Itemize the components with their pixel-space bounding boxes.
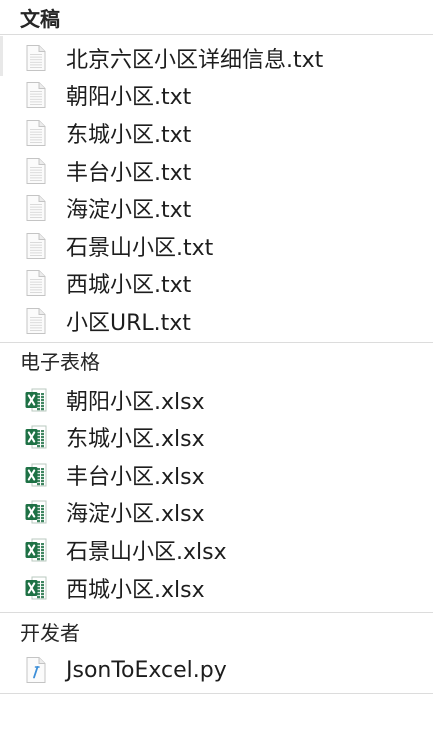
excel-file-icon [23,498,49,526]
text-file-icon [23,307,49,335]
file-item[interactable]: 海淀小区.xlsx [0,494,433,532]
file-name: 东城小区.xlsx [66,427,205,453]
file-name: 朝阳小区.xlsx [66,389,205,415]
file-name: 石景山小区.xlsx [66,539,227,565]
documents-list: 北京六区小区详细信息.txt 朝阳小区.txt 东城小区.txt 丰台小区.tx… [0,35,433,342]
file-item[interactable]: JsonToExcel.py [0,651,433,689]
file-item[interactable]: 东城小区.xlsx [0,418,433,456]
file-name: 石景山小区.txt [66,235,214,261]
file-item[interactable]: 朝阳小区.txt [0,77,433,115]
documents-section: 文稿 北京六区小区详细信息.txt 朝阳小区.txt 东城小区.txt 丰台小区… [0,0,433,343]
excel-file-icon [23,461,49,489]
file-item[interactable]: 东城小区.txt [0,114,433,152]
file-name: JsonToExcel.py [66,657,227,683]
file-name: 丰台小区.txt [66,160,192,186]
text-file-icon [23,119,49,147]
documents-header: 文稿 [0,0,433,35]
file-item[interactable]: 西城小区.xlsx [0,569,433,607]
file-item[interactable]: 西城小区.txt [0,265,433,303]
text-file-icon [23,232,49,260]
file-name: 北京六区小区详细信息.txt [66,47,324,73]
file-item[interactable]: 朝阳小区.xlsx [0,381,433,419]
developer-list: JsonToExcel.py [0,649,433,693]
excel-file-icon [23,536,49,564]
file-item[interactable]: 北京六区小区详细信息.txt [0,39,433,77]
text-file-icon [23,44,49,72]
file-item[interactable]: 海淀小区.txt [0,189,433,227]
file-item[interactable]: 石景山小区.xlsx [0,531,433,569]
text-file-icon [23,81,49,109]
file-name: 西城小区.txt [66,273,192,299]
file-name: 小区URL.txt [66,310,191,336]
file-item[interactable]: 小区URL.txt [0,302,433,340]
spreadsheets-list: 朝阳小区.xlsx 东城小区.xlsx 丰台小区.xlsx 海淀小区.xlsx … [0,379,433,613]
file-item[interactable]: 石景山小区.txt [0,227,433,265]
developer-header: 开发者 [20,620,80,645]
file-name: 西城小区.xlsx [66,577,205,603]
file-name: 海淀小区.txt [66,198,192,224]
file-name: 海淀小区.xlsx [66,502,205,528]
file-name: 丰台小区.xlsx [66,464,205,490]
spreadsheets-header: 电子表格 [20,350,100,375]
spreadsheets-section: 电子表格 朝阳小区.xlsx 东城小区.xlsx 丰台小区.xlsx 海淀小区.… [0,343,433,614]
text-file-icon [23,194,49,222]
excel-file-icon [23,574,49,602]
text-file-icon [23,157,49,185]
file-item[interactable]: 丰台小区.txt [0,152,433,190]
file-name: 东城小区.txt [66,122,192,148]
excel-file-icon [23,386,49,414]
file-name: 朝阳小区.txt [66,85,192,111]
text-file-icon [23,269,49,297]
developer-section: 开发者 JsonToExcel.py [0,613,433,694]
excel-file-icon [23,423,49,451]
python-file-icon [23,656,49,684]
file-item[interactable]: 丰台小区.xlsx [0,456,433,494]
